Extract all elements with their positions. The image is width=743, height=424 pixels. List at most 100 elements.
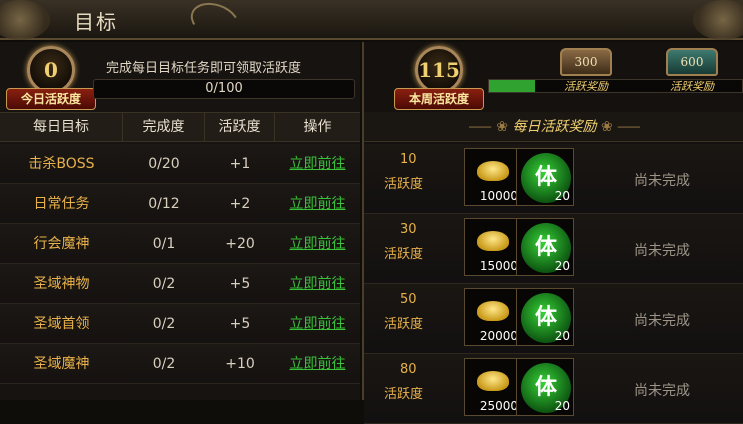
- reward-status: 尚未完成: [634, 173, 690, 189]
- goal-points: +5: [229, 316, 251, 332]
- gold-ingot-slot[interactable]: 15000: [464, 218, 522, 276]
- stamina-orb-slot[interactable]: 体 20: [516, 218, 574, 276]
- reward-status: 尚未完成: [634, 243, 690, 259]
- table-row: 圣域魔神 0/2 +10 立即前往: [0, 344, 360, 384]
- weekly-activity-label: 本周活跃度: [394, 88, 484, 110]
- go-now-link[interactable]: 立即前往: [290, 316, 346, 332]
- weekly-activity-score: 115: [415, 46, 463, 94]
- reward-points-label: 活跃度: [384, 247, 424, 262]
- flourish-icon: ⸺ ❀: [468, 119, 513, 135]
- reward-row: 10 活跃度 10000 体 20 尚未完成: [364, 144, 743, 214]
- goal-name: 日常任务: [33, 196, 90, 212]
- gold-amount: 15000: [479, 259, 518, 273]
- gold-ingot-slot[interactable]: 10000: [464, 148, 522, 206]
- go-now-link[interactable]: 立即前往: [290, 276, 346, 292]
- window-title: 目标: [74, 10, 118, 34]
- gold-amount: 10000: [479, 189, 518, 203]
- treasure-chest-icon: 600: [666, 48, 718, 76]
- header-points: 活跃度: [205, 113, 275, 141]
- swirl-ornament: [185, 0, 245, 46]
- gold-ingot-slot[interactable]: 25000: [464, 358, 522, 416]
- chest-label: 活跃奖励: [670, 80, 714, 93]
- reward-status: 尚未完成: [634, 383, 690, 399]
- stamina-orb-slot[interactable]: 体 20: [516, 288, 574, 346]
- daily-progress-text: 0/100: [205, 81, 243, 96]
- goal-name: 圣域魔神: [33, 356, 90, 372]
- goal-points: +20: [225, 236, 255, 252]
- daily-progress-bar: 0/100: [93, 79, 355, 99]
- goal-name: 圣域首领: [33, 316, 90, 332]
- table-row: 日常任务 0/12 +2 立即前往: [0, 184, 360, 224]
- flourish-icon: ❀ ⸺: [600, 119, 641, 135]
- table-row: 圣域神物 0/2 +5 立即前往: [0, 264, 360, 304]
- goal-progress: 0/1: [152, 236, 176, 252]
- goal-progress: 0/2: [152, 276, 176, 292]
- daily-activity-score: 0: [27, 46, 75, 94]
- reward-points-label: 活跃度: [384, 177, 424, 192]
- chest-600[interactable]: 600 活跃奖励: [662, 48, 722, 94]
- table-row: 击杀BOSS 0/20 +1 立即前往: [0, 144, 360, 184]
- daily-activity-badge: 0 今日活跃度: [6, 46, 96, 112]
- gold-ingot-icon: [477, 231, 509, 251]
- goals-table-body: 击杀BOSS 0/20 +1 立即前往 日常任务 0/12 +2 立即前往 行会…: [0, 144, 360, 384]
- goals-table-header: 每日目标 完成度 活跃度 操作: [0, 112, 360, 142]
- reward-row: 80 活跃度 25000 体 20 尚未完成: [364, 354, 743, 424]
- goal-progress: 0/2: [152, 356, 176, 372]
- goal-name: 击杀BOSS: [28, 156, 95, 172]
- daily-goals-panel: 0 今日活跃度 完成每日目标任务即可领取活跃度 0/100 每日目标 完成度 活…: [0, 42, 360, 400]
- weekly-progress-fill: [489, 80, 535, 92]
- gold-ingot-slot[interactable]: 20000: [464, 288, 522, 346]
- goal-points: +5: [229, 276, 251, 292]
- header-action: 操作: [303, 119, 332, 135]
- reward-points: 80: [400, 362, 417, 377]
- go-now-link[interactable]: 立即前往: [290, 196, 346, 212]
- orb-quantity: 20: [554, 189, 570, 203]
- reward-points-label: 活跃度: [384, 387, 424, 402]
- gold-amount: 25000: [479, 399, 518, 413]
- daily-description: 完成每日目标任务即可领取活跃度: [106, 61, 302, 76]
- rewards-header: ⸺ ❀ 每日活跃奖励 ❀ ⸺: [364, 112, 743, 142]
- weekly-activity-badge: 115 本周活跃度: [394, 46, 484, 112]
- chest-300[interactable]: 300 活跃奖励: [556, 48, 616, 94]
- reward-row: 30 活跃度 15000 体 20 尚未完成: [364, 214, 743, 284]
- header-progress: 完成度: [123, 113, 205, 141]
- dragon-ornament-left: [0, 0, 50, 40]
- goal-progress: 0/12: [148, 196, 180, 212]
- gold-ingot-icon: [477, 161, 509, 181]
- go-now-link[interactable]: 立即前往: [290, 356, 346, 372]
- orb-quantity: 20: [554, 259, 570, 273]
- goal-points: +10: [225, 356, 255, 372]
- treasure-chest-icon: 300: [560, 48, 612, 76]
- table-row: 行会魔神 0/1 +20 立即前往: [0, 224, 360, 264]
- goal-name: 行会魔神: [33, 236, 90, 252]
- goal-points: +1: [229, 156, 251, 172]
- goal-progress: 0/2: [152, 316, 176, 332]
- table-row: 圣域首领 0/2 +5 立即前往: [0, 304, 360, 344]
- rewards-list: 10 活跃度 10000 体 20 尚未完成 30 活跃度 15000 体 20…: [364, 144, 743, 424]
- reward-row: 50 活跃度 20000 体 20 尚未完成: [364, 284, 743, 354]
- rewards-title: 每日活跃奖励: [512, 119, 597, 135]
- goal-points: +2: [229, 196, 251, 212]
- reward-status: 尚未完成: [634, 313, 690, 329]
- reward-points: 30: [400, 222, 417, 237]
- goal-progress: 0/20: [148, 156, 180, 172]
- go-now-link[interactable]: 立即前往: [290, 236, 346, 252]
- chest-label: 活跃奖励: [564, 80, 608, 93]
- stamina-orb-slot[interactable]: 体 20: [516, 148, 574, 206]
- reward-points: 50: [400, 292, 417, 307]
- orb-quantity: 20: [554, 329, 570, 343]
- gold-amount: 20000: [479, 329, 518, 343]
- daily-activity-label: 今日活跃度: [6, 88, 96, 110]
- dragon-ornament-right: [693, 0, 743, 40]
- go-now-link[interactable]: 立即前往: [290, 156, 346, 172]
- header-goal: 每日目标: [0, 113, 123, 141]
- reward-points-label: 活跃度: [384, 317, 424, 332]
- gold-ingot-icon: [477, 301, 509, 321]
- gold-ingot-icon: [477, 371, 509, 391]
- title-bar: 目标: [0, 0, 743, 46]
- orb-quantity: 20: [554, 399, 570, 413]
- goal-name: 圣域神物: [33, 276, 90, 292]
- reward-points: 10: [400, 152, 417, 167]
- stamina-orb-slot[interactable]: 体 20: [516, 358, 574, 416]
- rewards-panel: 115 本周活跃度 300 活跃奖励 600 活跃奖励 ⸺ ❀ 每日活跃奖励 ❀…: [362, 42, 743, 424]
